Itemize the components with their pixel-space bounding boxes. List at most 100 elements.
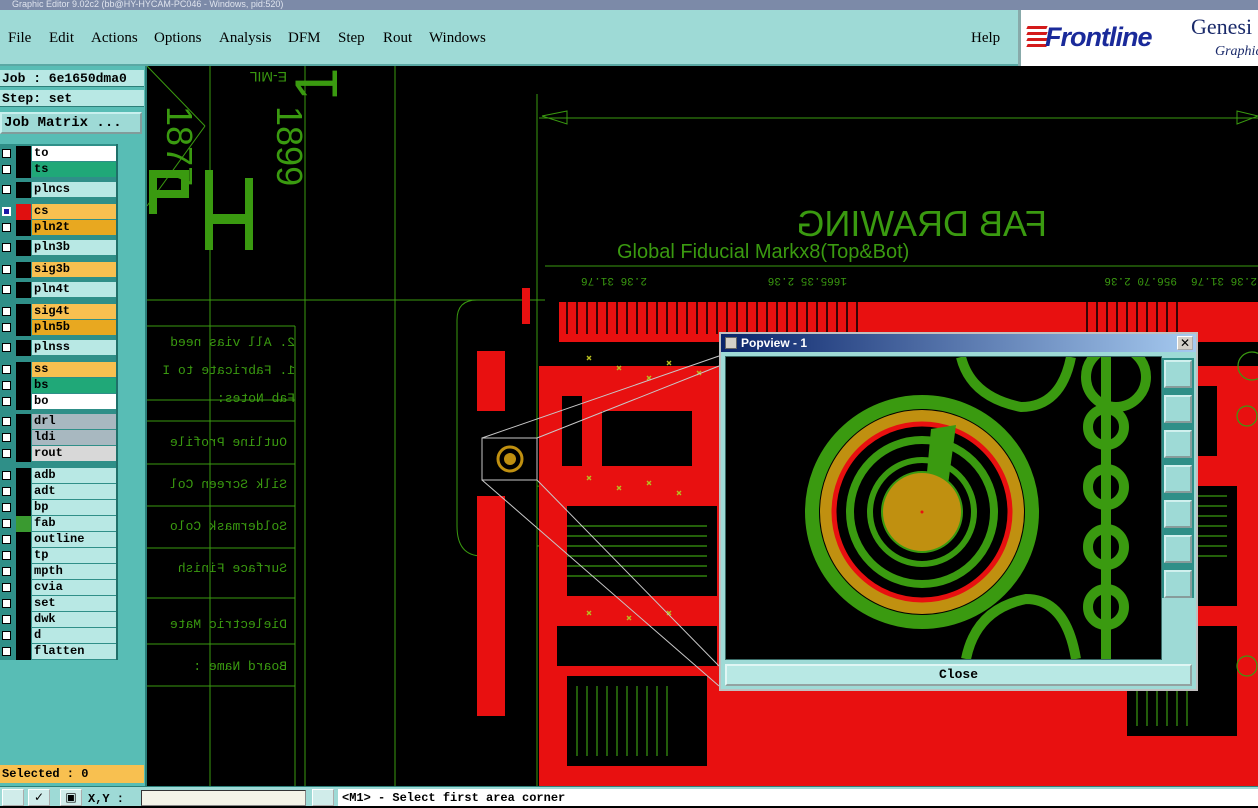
layer-checkbox[interactable] — [2, 223, 11, 232]
layer-row-adb[interactable]: adb — [0, 468, 116, 484]
zoom-fit-icon[interactable] — [1164, 360, 1192, 388]
layer-name[interactable]: sig3b — [32, 262, 116, 277]
layer-color-swatch[interactable] — [16, 468, 31, 484]
layer-row-plncs[interactable]: plncs — [0, 182, 116, 198]
layer-name[interactable]: pln2t — [32, 220, 116, 235]
layer-name[interactable]: pln5b — [32, 320, 116, 335]
layer-row-sig4t[interactable]: sig4t — [0, 304, 116, 320]
layer-name[interactable]: tp — [32, 548, 116, 563]
layer-name[interactable]: drl — [32, 414, 116, 429]
layer-name[interactable]: flatten — [32, 644, 116, 659]
layer-color-swatch[interactable] — [16, 516, 31, 532]
layer-row-adt[interactable]: adt — [0, 484, 116, 500]
layer-name[interactable]: rout — [32, 446, 116, 461]
layer-color-swatch[interactable] — [16, 182, 31, 198]
layer-checkbox[interactable] — [2, 471, 11, 480]
screen-icon[interactable]: ▣ — [60, 789, 82, 806]
layer-checkbox[interactable] — [2, 207, 11, 216]
layer-color-swatch[interactable] — [16, 532, 31, 548]
layer-color-swatch[interactable] — [16, 162, 31, 178]
pan-down-icon[interactable] — [1164, 430, 1192, 458]
layer-checkbox[interactable] — [2, 631, 11, 640]
layer-checkbox[interactable] — [2, 165, 11, 174]
layer-checkbox[interactable] — [2, 433, 11, 442]
layer-checkbox[interactable] — [2, 265, 11, 274]
layer-row-fab[interactable]: fab — [0, 516, 116, 532]
menu-options[interactable]: Options — [154, 30, 202, 47]
layer-checkbox[interactable] — [2, 185, 11, 194]
layer-name[interactable]: outline — [32, 532, 116, 547]
layer-color-swatch[interactable] — [16, 240, 31, 256]
close-icon[interactable]: ✕ — [1177, 336, 1193, 350]
layer-color-swatch[interactable] — [16, 378, 31, 394]
layer-color-swatch[interactable] — [16, 204, 31, 220]
layer-row-mpth[interactable]: mpth — [0, 564, 116, 580]
layer-name[interactable]: sig4t — [32, 304, 116, 319]
layer-row-ss[interactable]: ss — [0, 362, 116, 378]
layer-row-cvia[interactable]: cvia — [0, 580, 116, 596]
layer-name[interactable]: plncs — [32, 182, 116, 197]
layer-name[interactable]: dwk — [32, 612, 116, 627]
pan-up-icon[interactable] — [1164, 395, 1192, 423]
window-menu-icon[interactable] — [725, 337, 737, 349]
layer-row-rout[interactable]: rout — [0, 446, 116, 462]
layer-checkbox[interactable] — [2, 381, 11, 390]
layer-name[interactable]: pln4t — [32, 282, 116, 297]
layer-row-bs[interactable]: bs — [0, 378, 116, 394]
layer-checkbox[interactable] — [2, 551, 11, 560]
layer-name[interactable]: ss — [32, 362, 116, 377]
layer-color-swatch[interactable] — [16, 220, 31, 236]
layer-color-swatch[interactable] — [16, 484, 31, 500]
layer-checkbox[interactable] — [2, 449, 11, 458]
layer-name[interactable]: ldi — [32, 430, 116, 445]
layer-color-swatch[interactable] — [16, 430, 31, 446]
layer-color-swatch[interactable] — [16, 548, 31, 564]
layer-checkbox[interactable] — [2, 397, 11, 406]
menu-dfm[interactable]: DFM — [288, 30, 321, 47]
layer-color-swatch[interactable] — [16, 304, 31, 320]
layer-checkbox[interactable] — [2, 323, 11, 332]
layer-color-swatch[interactable] — [16, 628, 31, 644]
zoom-out-icon[interactable] — [1164, 570, 1192, 598]
menu-rout[interactable]: Rout — [383, 30, 412, 47]
layer-checkbox[interactable] — [2, 583, 11, 592]
layer-checkbox[interactable] — [2, 487, 11, 496]
menu-actions[interactable]: Actions — [91, 30, 138, 47]
layer-checkbox[interactable] — [2, 615, 11, 624]
status-button-1[interactable] — [2, 789, 24, 806]
layer-row-pln2t[interactable]: pln2t — [0, 220, 116, 236]
layer-row-tp[interactable]: tp — [0, 548, 116, 564]
layer-checkbox[interactable] — [2, 343, 11, 352]
layer-row-pln3b[interactable]: pln3b — [0, 240, 116, 256]
layer-color-swatch[interactable] — [16, 644, 31, 660]
layer-row-set[interactable]: set — [0, 596, 116, 612]
layer-row-pln4t[interactable]: pln4t — [0, 282, 116, 298]
layer-color-swatch[interactable] — [16, 146, 31, 162]
zoom-in-icon[interactable] — [1164, 535, 1192, 563]
layer-name[interactable]: d — [32, 628, 116, 643]
checkmark-icon[interactable]: ✓ — [28, 789, 50, 806]
layer-name[interactable]: bs — [32, 378, 116, 393]
layer-name[interactable]: adt — [32, 484, 116, 499]
layer-row-flatten[interactable]: flatten — [0, 644, 116, 660]
layer-checkbox[interactable] — [2, 365, 11, 374]
layer-checkbox[interactable] — [2, 519, 11, 528]
layer-color-swatch[interactable] — [16, 596, 31, 612]
layer-checkbox[interactable] — [2, 285, 11, 294]
job-matrix-button[interactable]: Job Matrix ... — [0, 112, 142, 134]
layer-name[interactable]: mpth — [32, 564, 116, 579]
menu-edit[interactable]: Edit — [49, 30, 74, 47]
layer-name[interactable]: bo — [32, 394, 116, 409]
layer-name[interactable]: pln3b — [32, 240, 116, 255]
pan-left-icon[interactable] — [1164, 465, 1192, 493]
layer-row-bo[interactable]: bo — [0, 394, 116, 410]
layer-row-sig3b[interactable]: sig3b — [0, 262, 116, 278]
layer-color-swatch[interactable] — [16, 340, 31, 356]
xy-input[interactable] — [141, 790, 306, 806]
layer-color-swatch[interactable] — [16, 394, 31, 410]
layer-checkbox[interactable] — [2, 417, 11, 426]
menu-step[interactable]: Step — [338, 30, 365, 47]
layer-row-bp[interactable]: bp — [0, 500, 116, 516]
layer-color-swatch[interactable] — [16, 446, 31, 462]
layer-color-swatch[interactable] — [16, 580, 31, 596]
